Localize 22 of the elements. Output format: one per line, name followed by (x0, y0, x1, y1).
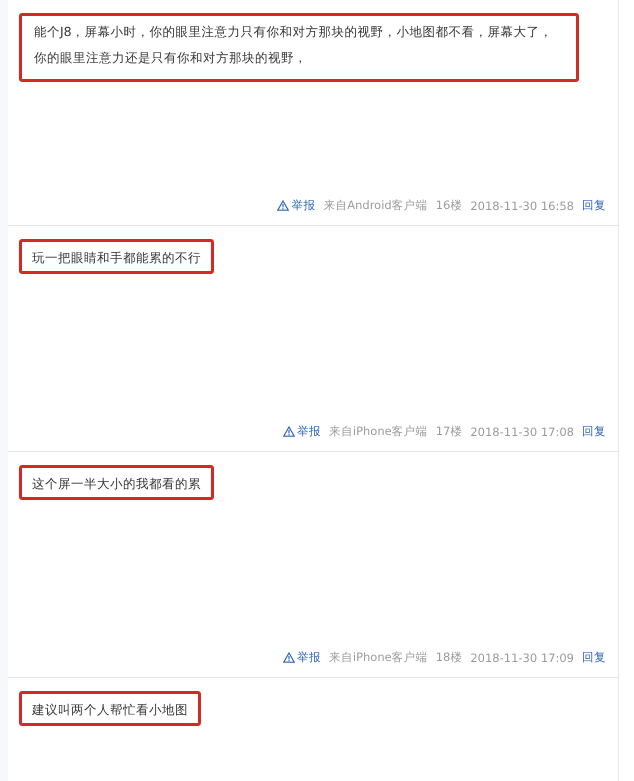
floor-number: 17楼 (436, 424, 462, 439)
reply-link[interactable]: 回复 (582, 650, 606, 665)
post-time: 2018-11-30 16:58 (470, 198, 574, 212)
source-label: 来自iPhone客户端 (328, 650, 428, 665)
reply-text: 能个J8，屏幕小时，你的眼里注意力只有你和对方那块的视野，小地图都不看，屏幕大了，你的眼里注意力还是只有你和对方那块的视野， (19, 13, 579, 82)
reply-link[interactable]: 回复 (582, 424, 606, 439)
warning-icon (277, 200, 290, 211)
reply-text: 玩一把眼睛和手都能累的不行 (19, 239, 214, 274)
floor-number: 16楼 (436, 198, 462, 213)
report-link[interactable]: 举报 (277, 198, 316, 213)
report-link[interactable]: 举报 (282, 424, 321, 439)
warning-icon (282, 426, 295, 437)
reply-text: 建议叫两个人帮忙看小地图 (19, 691, 201, 726)
reply-text: 这个屏一半大小的我都看的累 (19, 465, 214, 500)
source-label: 来自Android客户端 (323, 198, 428, 213)
reply-link[interactable]: 回复 (582, 198, 606, 213)
post-time: 2018-11-30 17:09 (470, 650, 574, 664)
floor-number: 18楼 (436, 650, 462, 665)
warning-icon (282, 652, 295, 663)
post-time: 2018-11-30 17:08 (470, 424, 574, 438)
report-link[interactable]: 举报 (282, 650, 321, 665)
source-label: 来自iPhone客户端 (328, 424, 428, 439)
